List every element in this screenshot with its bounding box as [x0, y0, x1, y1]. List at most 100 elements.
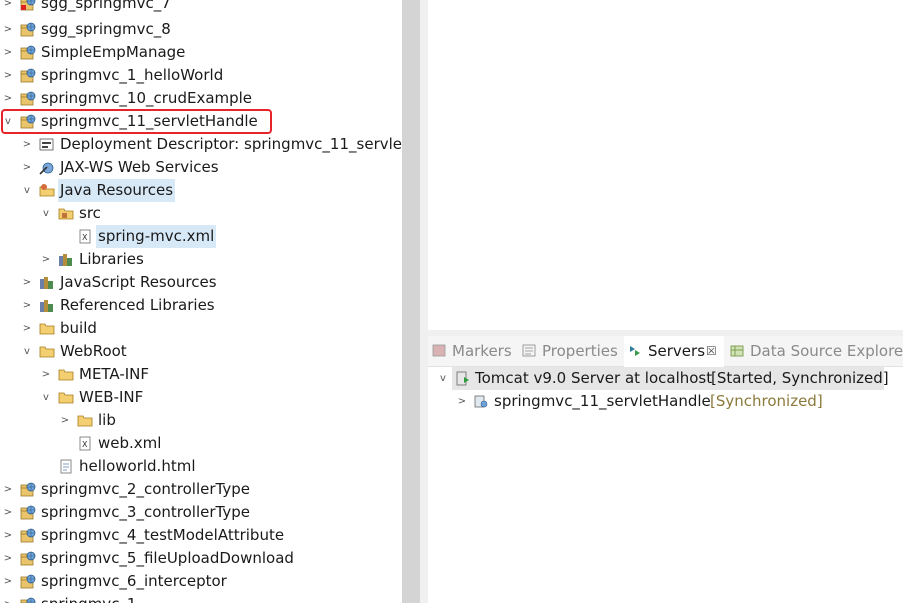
folder-icon: [58, 367, 74, 382]
tree-item-springmvc-3-controllertype[interactable]: > springmvc_3_controllerType: [0, 501, 402, 524]
web-project-icon: [20, 91, 36, 106]
tree-item-meta-inf[interactable]: > META-INF: [0, 363, 402, 386]
chevron-right-icon[interactable]: >: [41, 248, 51, 271]
tree-item-sgg-springmvc-8[interactable]: > sgg_springmvc_8: [0, 18, 402, 41]
tab-properties[interactable]: Properties: [518, 336, 624, 366]
tree-item-spring-mvc-xml[interactable]: spring-mvc.xml: [0, 225, 402, 248]
chevron-right-icon[interactable]: >: [3, 570, 13, 593]
tree-item-referenced-libraries[interactable]: > Referenced Libraries: [0, 294, 402, 317]
panel-tab-bar: Markers Properties Servers ☒ Data Source…: [428, 336, 903, 367]
tree-item-label: build: [60, 319, 97, 337]
libraries-icon: [39, 275, 55, 290]
chevron-down-icon[interactable]: v: [22, 340, 32, 363]
tree-item-label: web.xml: [98, 434, 162, 452]
web-project-icon: [20, 482, 36, 497]
chevron-right-icon[interactable]: >: [22, 271, 32, 294]
tree-item-label: src: [79, 204, 101, 222]
chevron-right-icon[interactable]: >: [3, 87, 13, 110]
web-project-icon: [20, 22, 36, 37]
tree-item-sgg-springmvc-7[interactable]: > sgg_springmvc_7: [0, 0, 402, 15]
web-project-error-icon: [20, 0, 36, 11]
chevron-right-icon[interactable]: >: [3, 64, 13, 87]
chevron-right-icon[interactable]: >: [3, 593, 13, 603]
chevron-right-icon[interactable]: >: [22, 317, 32, 340]
module-status: [Synchronized]: [710, 392, 823, 410]
server-started-icon: [455, 371, 471, 386]
tree-item-lib[interactable]: > lib: [0, 409, 402, 432]
tree-item-helloworld-html[interactable]: helloworld.html: [0, 455, 402, 478]
tab-label: Properties: [542, 342, 618, 360]
tree-item-springmvc-1-helloworld[interactable]: > springmvc_1_helloWorld: [0, 64, 402, 87]
chevron-right-icon[interactable]: >: [3, 18, 13, 41]
chevron-right-icon[interactable]: >: [3, 0, 13, 15]
chevron-right-icon[interactable]: >: [22, 294, 32, 317]
chevron-right-icon[interactable]: >: [41, 363, 51, 386]
tab-markers[interactable]: Markers: [428, 336, 518, 366]
tree-item-springmvc-partial[interactable]: > springmvc_1: [0, 593, 402, 603]
web-project-icon: [20, 597, 36, 603]
tree-item-label: Libraries: [79, 250, 144, 268]
tree-item-label: Java Resources: [58, 179, 176, 202]
chevron-right-icon[interactable]: >: [22, 156, 32, 179]
tree-item-webroot[interactable]: v WebRoot: [0, 340, 402, 363]
web-project-icon: [20, 45, 36, 60]
tree-item-springmvc-6-interceptor[interactable]: > springmvc_6_interceptor: [0, 570, 402, 593]
project-explorer: > sgg_springmvc_7 > sgg_springmvc_8 > Si…: [0, 0, 402, 603]
server-module-row[interactable]: > springmvc_11_servletHandle [Synchroniz…: [428, 390, 903, 413]
tree-item-springmvc-2-controllertype[interactable]: > springmvc_2_controllerType: [0, 478, 402, 501]
chevron-right-icon[interactable]: >: [3, 547, 13, 570]
chevron-right-icon[interactable]: >: [3, 478, 13, 501]
web-project-icon: [20, 551, 36, 566]
xml-file-icon: [77, 229, 93, 244]
tree-item-label: springmvc_2_controllerType: [41, 480, 250, 498]
tree-item-springmvc-10-crudexample[interactable]: > springmvc_10_crudExample: [0, 87, 402, 110]
tree-item-springmvc-5-fileuploaddownload[interactable]: > springmvc_5_fileUploadDownload: [0, 547, 402, 570]
folder-icon: [58, 390, 74, 405]
tree-item-deployment-descriptor[interactable]: > Deployment Descriptor: springmvc_11_se…: [0, 133, 402, 156]
server-row-tomcat[interactable]: v Tomcat v9.0 Server at localhost [Start…: [428, 367, 903, 390]
chevron-right-icon[interactable]: >: [22, 133, 32, 156]
tree-item-web-inf[interactable]: v WEB-INF: [0, 386, 402, 409]
server-status: [Started, Synchronized]: [711, 369, 889, 387]
tab-data-source-explorer[interactable]: Data Source Explorer: [726, 336, 903, 366]
tab-label: Markers: [452, 342, 512, 360]
module-name: springmvc_11_servletHandle: [494, 392, 711, 410]
html-file-icon: [58, 459, 74, 474]
tree-item-libraries[interactable]: > Libraries: [0, 248, 402, 271]
libraries-icon: [39, 298, 55, 313]
folder-icon: [39, 321, 55, 336]
markers-icon: [432, 344, 446, 357]
chevron-down-icon[interactable]: v: [22, 179, 32, 202]
close-icon[interactable]: ☒: [706, 336, 717, 366]
data-source-icon: [730, 345, 744, 357]
server-row-highlight: Tomcat v9.0 Server at localhost [Started…: [452, 367, 889, 390]
tree-item-label: SimpleEmpManage: [41, 43, 186, 61]
tree-item-build[interactable]: > build: [0, 317, 402, 340]
chevron-down-icon[interactable]: v: [438, 367, 448, 390]
view-divider[interactable]: [420, 0, 428, 603]
properties-icon: [522, 344, 536, 357]
chevron-down-icon[interactable]: v: [41, 386, 51, 409]
tree-item-javascript-resources[interactable]: > JavaScript Resources: [0, 271, 402, 294]
tree-item-label: WEB-INF: [79, 388, 144, 406]
tree-item-springmvc-4-testmodelattribute[interactable]: > springmvc_4_testModelAttribute: [0, 524, 402, 547]
chevron-right-icon[interactable]: >: [60, 409, 70, 432]
chevron-right-icon[interactable]: >: [3, 524, 13, 547]
source-folder-icon: [58, 206, 74, 221]
chevron-right-icon[interactable]: >: [457, 390, 467, 413]
tree-item-src[interactable]: v src: [0, 202, 402, 225]
chevron-down-icon[interactable]: v: [41, 202, 51, 225]
tree-item-java-resources[interactable]: v Java Resources: [0, 179, 402, 202]
tree-item-web-xml[interactable]: web.xml: [0, 432, 402, 455]
chevron-right-icon[interactable]: >: [3, 41, 13, 64]
chevron-right-icon[interactable]: >: [3, 501, 13, 524]
tree-item-simpleempmanage[interactable]: > SimpleEmpManage: [0, 41, 402, 64]
tree-item-label: springmvc_6_interceptor: [41, 572, 227, 590]
tab-servers[interactable]: Servers ☒: [624, 336, 724, 367]
tree-item-jax-ws-web-services[interactable]: > JAX-WS Web Services: [0, 156, 402, 179]
editor-area: [428, 0, 903, 330]
annotation-highlight-box: [1, 109, 272, 134]
folder-icon: [77, 413, 93, 428]
explorer-scrollbar[interactable]: [402, 0, 420, 603]
servers-icon: [630, 346, 640, 356]
